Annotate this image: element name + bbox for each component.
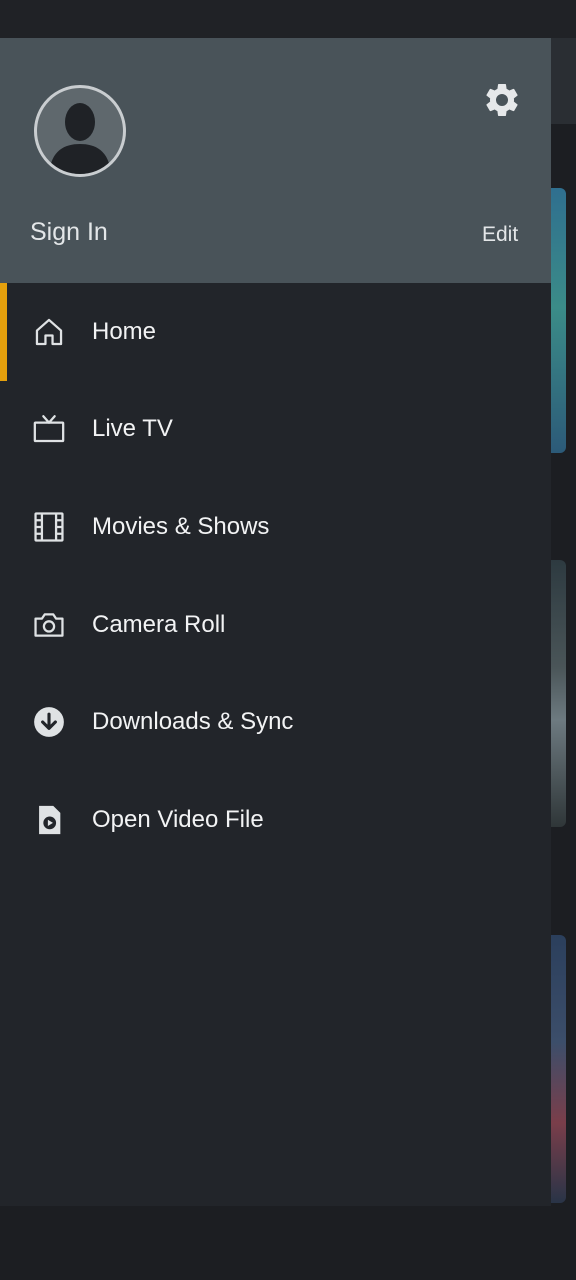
sign-in-link[interactable]: Sign In	[30, 218, 108, 247]
background-bottom-area	[0, 1206, 576, 1280]
menu-item-label: Downloads & Sync	[92, 708, 294, 736]
status-bar	[0, 0, 576, 38]
menu-item-open-video-file[interactable]: Open Video File	[0, 771, 551, 869]
menu-item-downloads-sync[interactable]: Downloads & Sync	[0, 673, 551, 771]
edit-button[interactable]: Edit	[482, 223, 518, 247]
menu-item-label: Open Video File	[92, 805, 264, 833]
menu-item-label: Movies & Shows	[92, 512, 270, 540]
navigation-drawer: Sign In Edit Home Live TV Movies & Shows…	[0, 38, 551, 1206]
menu-item-live-tv[interactable]: Live TV	[0, 381, 551, 479]
menu-item-home[interactable]: Home	[0, 283, 551, 381]
film-icon	[32, 510, 66, 544]
tv-icon	[32, 412, 66, 446]
camera-icon	[32, 608, 66, 642]
user-avatar-icon[interactable]	[34, 85, 126, 177]
home-icon	[32, 315, 66, 349]
menu-item-label: Home	[92, 317, 157, 345]
video-file-icon	[32, 803, 66, 837]
menu-item-label: Live TV	[92, 415, 173, 443]
drawer-header: Sign In Edit	[0, 38, 551, 283]
menu-item-label: Camera Roll	[92, 610, 226, 638]
download-circle-icon	[32, 705, 66, 739]
drawer-menu: Home Live TV Movies & Shows Camera Roll …	[0, 283, 551, 869]
gear-icon[interactable]	[482, 80, 522, 120]
active-indicator	[0, 283, 7, 381]
menu-item-movies-shows[interactable]: Movies & Shows	[0, 478, 551, 576]
menu-item-camera-roll[interactable]: Camera Roll	[0, 576, 551, 674]
